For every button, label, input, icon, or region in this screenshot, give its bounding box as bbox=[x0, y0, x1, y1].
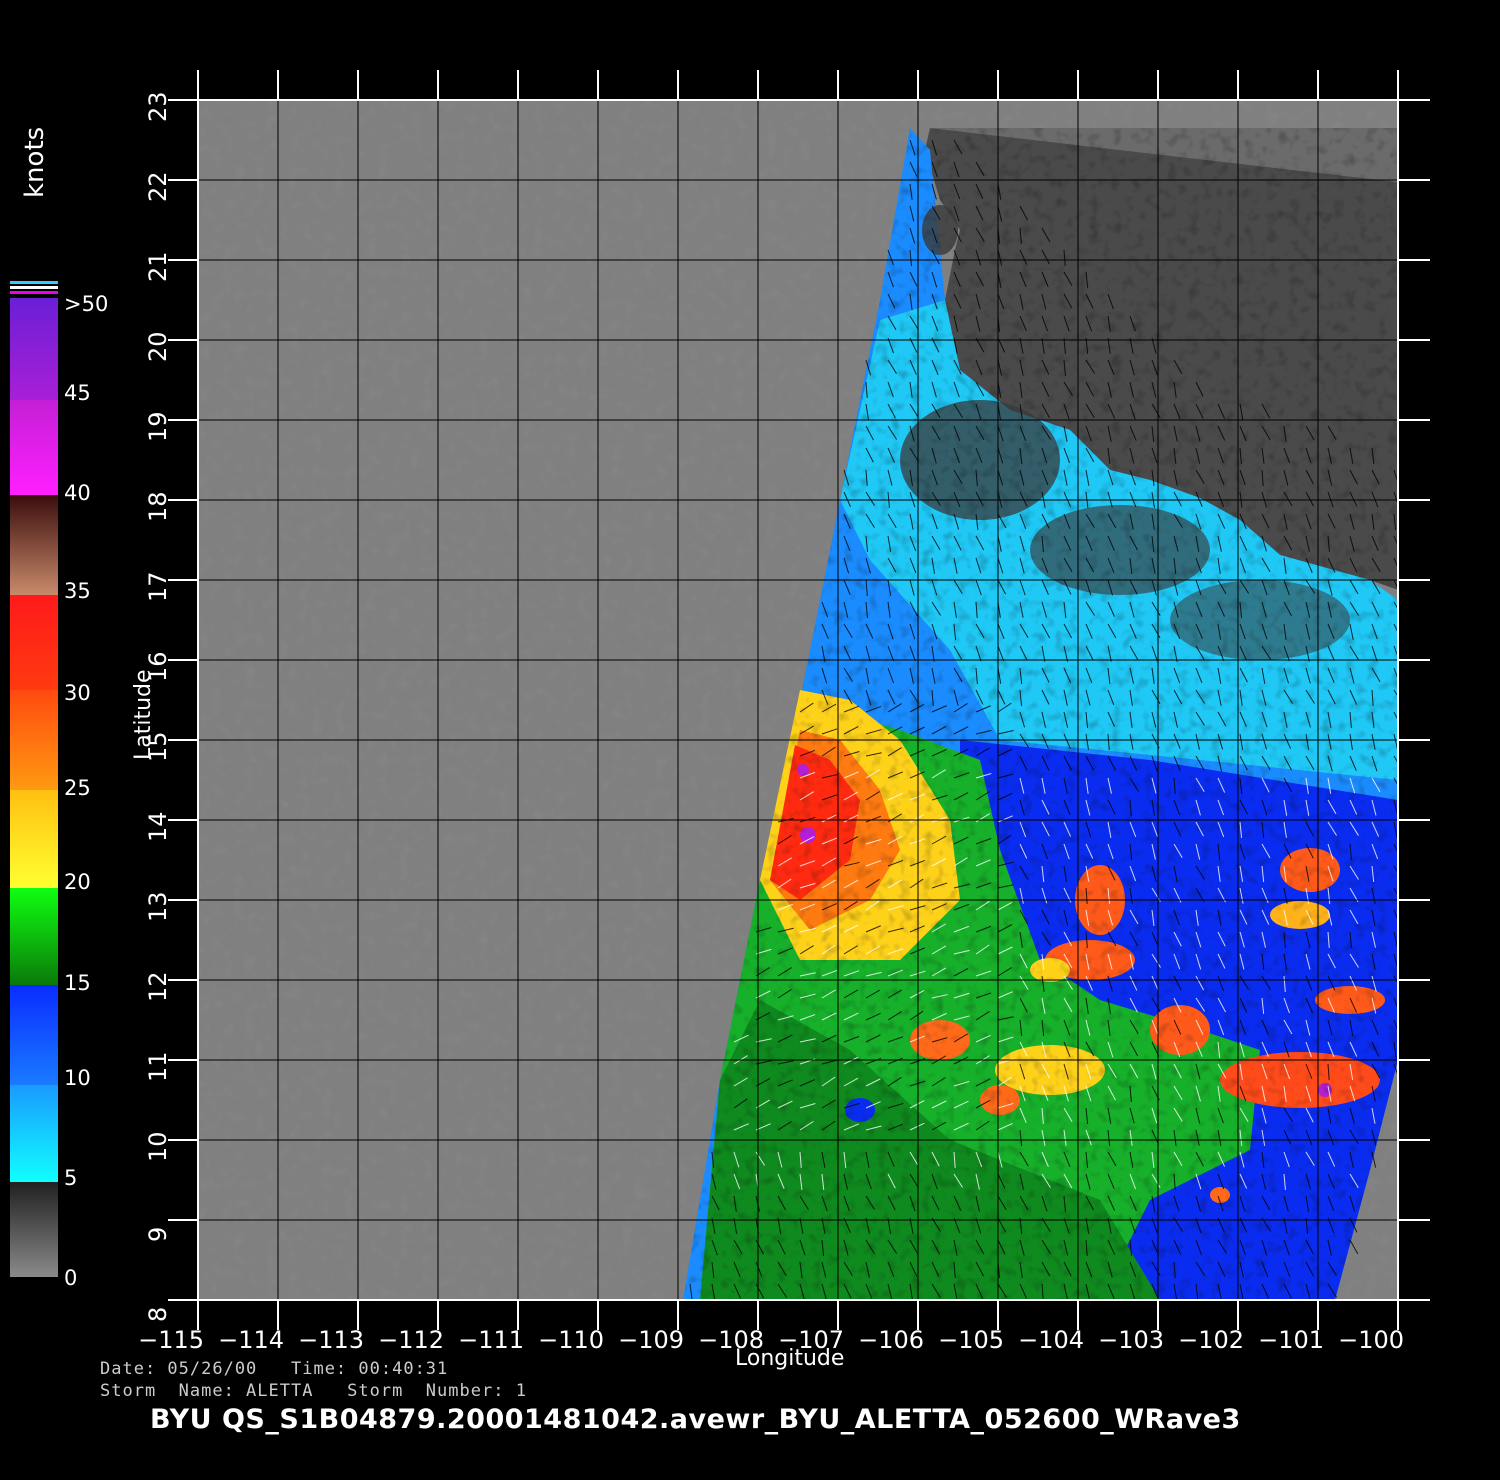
lon-tick-label: −115 bbox=[138, 1326, 204, 1354]
lon-tick-label: −112 bbox=[378, 1326, 444, 1354]
lon-tick-label: −110 bbox=[538, 1326, 604, 1354]
color-bar-band bbox=[10, 298, 58, 400]
lon-tick-label: −114 bbox=[218, 1326, 284, 1354]
lon-tick-label: −106 bbox=[858, 1326, 924, 1354]
wind-speed-map bbox=[10, 70, 1430, 1330]
legend-label: >50 bbox=[64, 292, 109, 316]
lat-tick-label: 12 bbox=[144, 971, 172, 1002]
lat-tick-label: 20 bbox=[144, 331, 172, 362]
color-bar-line-2 bbox=[10, 286, 58, 289]
color-bar bbox=[10, 281, 58, 1277]
legend-label: 5 bbox=[64, 1166, 78, 1190]
legend-label: 0 bbox=[64, 1266, 78, 1290]
legend-label: 30 bbox=[64, 681, 91, 705]
lat-tick-label: 23 bbox=[144, 91, 172, 122]
lon-tick-label: −100 bbox=[1338, 1326, 1404, 1354]
x-axis-title: Longitude bbox=[735, 1346, 845, 1371]
legend-label: 40 bbox=[64, 481, 91, 505]
color-bar-band bbox=[10, 790, 58, 888]
lon-tick-label: −104 bbox=[1018, 1326, 1084, 1354]
color-bar-band bbox=[10, 495, 58, 595]
lat-tick-label: 13 bbox=[144, 891, 172, 922]
lat-tick-label: 21 bbox=[144, 251, 172, 282]
lon-tick-label: −111 bbox=[458, 1326, 524, 1354]
scatterometer-swath bbox=[198, 100, 1398, 1300]
color-bar-band bbox=[10, 1182, 58, 1277]
legend-label: 20 bbox=[64, 870, 91, 894]
lat-tick-label: 8 bbox=[144, 1306, 172, 1322]
lon-tick-label: −101 bbox=[1258, 1326, 1324, 1354]
lat-tick-label: 9 bbox=[144, 1226, 172, 1242]
file-title: BYU QS_S1B04879.20001481042.avewr_BYU_AL… bbox=[150, 1404, 1241, 1435]
lon-tick-label: −102 bbox=[1178, 1326, 1244, 1354]
lon-tick-label: −103 bbox=[1098, 1326, 1164, 1354]
color-bar-line-1 bbox=[10, 281, 58, 284]
lat-tick-label: 11 bbox=[144, 1051, 172, 1082]
lon-tick-label: −109 bbox=[618, 1326, 684, 1354]
color-bar-gradient bbox=[10, 298, 58, 1277]
legend-unit: knots bbox=[20, 126, 50, 198]
lon-tick-label: −113 bbox=[298, 1326, 364, 1354]
color-bar-band bbox=[10, 888, 58, 985]
legend-label: 45 bbox=[64, 381, 91, 405]
color-bar-line-3 bbox=[10, 291, 58, 294]
lat-tick-label: 22 bbox=[144, 171, 172, 202]
lat-tick-label: 17 bbox=[144, 571, 172, 602]
y-axis-title: Latitude bbox=[131, 669, 156, 760]
plot-area bbox=[168, 70, 1430, 1330]
legend-label: 25 bbox=[64, 776, 91, 800]
lon-tick-label: −105 bbox=[938, 1326, 1004, 1354]
lat-tick-label: 18 bbox=[144, 491, 172, 522]
color-bar-band bbox=[10, 985, 58, 1085]
lat-tick-label: 14 bbox=[144, 811, 172, 842]
storm-info: Storm Name: ALETTA Storm Number: 1 bbox=[100, 1381, 527, 1401]
date-time-info: Date: 05/26/00 Time: 00:40:31 bbox=[100, 1359, 449, 1379]
color-bar-band bbox=[10, 400, 58, 495]
color-bar-band bbox=[10, 1085, 58, 1182]
legend-label: 10 bbox=[64, 1066, 91, 1090]
legend-label: 15 bbox=[64, 971, 91, 995]
color-bar-band bbox=[10, 595, 58, 690]
color-bar-band bbox=[10, 690, 58, 790]
legend-label: 35 bbox=[64, 579, 91, 603]
lat-tick-label: 19 bbox=[144, 411, 172, 442]
lat-tick-label: 10 bbox=[144, 1131, 172, 1162]
